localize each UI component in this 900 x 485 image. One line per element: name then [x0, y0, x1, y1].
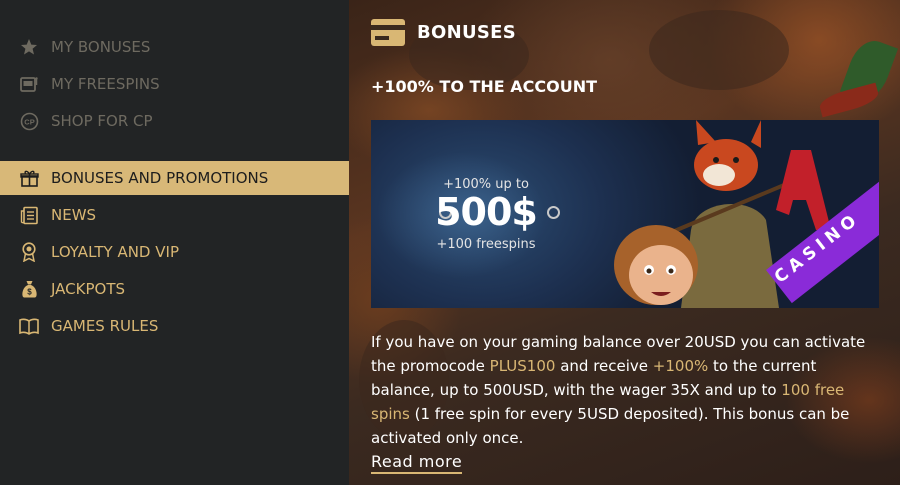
open-book-icon	[19, 316, 39, 336]
sidebar-item-label: GAMES RULES	[51, 317, 159, 335]
read-more-link[interactable]: Read more	[371, 452, 463, 474]
coin-icon	[547, 206, 560, 219]
promo-code: PLUS100	[489, 357, 556, 375]
sidebar-item-my-freespins[interactable]: MY FREESPINS	[0, 67, 349, 101]
bonus-percent: +100%	[652, 357, 709, 375]
sidebar-item-label: SHOP FOR CP	[51, 112, 153, 130]
svg-text:CP: CP	[24, 117, 34, 126]
card-icon	[371, 19, 405, 46]
sidebar-item-my-bonuses[interactable]: MY BONUSES	[0, 30, 349, 64]
bonus-details-panel: BONUSES +100% TO THE ACCOUNT CASINO +100…	[349, 0, 900, 485]
news-icon	[19, 205, 39, 225]
bonuses-page: MY BONUSES MY FREESPINS CP SHOP FOR CP B…	[0, 0, 900, 485]
award-ribbon-icon	[19, 242, 39, 262]
sidebar-item-label: MY BONUSES	[51, 38, 151, 56]
description-text: and receive	[555, 357, 653, 375]
gift-icon	[19, 168, 39, 188]
slot-machine-icon	[19, 74, 39, 94]
promo-description: If you have on your gaming balance over …	[371, 330, 883, 450]
cp-coin-icon: CP	[19, 111, 39, 131]
star-icon	[19, 37, 39, 57]
sidebar-item-news[interactable]: NEWS	[0, 198, 349, 232]
svg-text:$: $	[27, 288, 32, 297]
sidebar-item-shop-for-cp[interactable]: CP SHOP FOR CP	[0, 104, 349, 138]
sidebar-item-label: NEWS	[51, 206, 97, 224]
sidebar-item-bonuses-and-promotions[interactable]: BONUSES AND PROMOTIONS	[0, 161, 349, 195]
sidebar-item-label: BONUSES AND PROMOTIONS	[51, 169, 269, 187]
sidebar: MY BONUSES MY FREESPINS CP SHOP FOR CP B…	[0, 0, 349, 485]
banner-amount: 500$	[435, 190, 538, 234]
promo-title: +100% TO THE ACCOUNT	[371, 77, 598, 96]
money-bag-icon: $	[19, 279, 39, 299]
page-title: BONUSES	[417, 22, 517, 43]
sidebar-item-label: JACKPOTS	[51, 280, 126, 298]
sidebar-item-label: MY FREESPINS	[51, 75, 160, 93]
description-text: (1 free spin for every 5USD deposited). …	[371, 405, 850, 447]
sidebar-item-jackpots[interactable]: $ JACKPOTS	[0, 272, 349, 306]
banner-freespins-line: +100 freespins	[436, 237, 536, 252]
background-rock	[649, 10, 789, 90]
sidebar-item-label: LOYALTY AND VIP	[51, 243, 179, 261]
promo-banner: CASINO +100% up to 500$ +100 freespins	[371, 120, 879, 308]
sidebar-item-loyalty-and-vip[interactable]: LOYALTY AND VIP	[0, 235, 349, 269]
sidebar-item-games-rules[interactable]: GAMES RULES	[0, 309, 349, 343]
